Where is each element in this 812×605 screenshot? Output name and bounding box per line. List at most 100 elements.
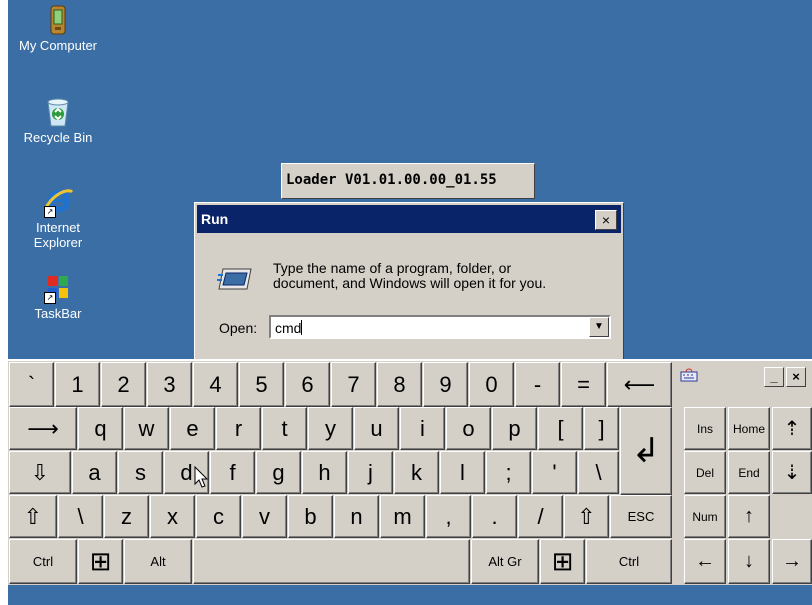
- key-right-bracket[interactable]: ]: [584, 407, 619, 450]
- key-left-bracket[interactable]: [: [538, 407, 583, 450]
- key-z[interactable]: z: [104, 495, 149, 538]
- key-s[interactable]: s: [118, 451, 163, 494]
- key-equals[interactable]: =: [561, 362, 606, 407]
- key-2[interactable]: 2: [101, 362, 146, 407]
- shortcut-arrow-icon: ↗: [44, 292, 56, 304]
- key-v[interactable]: v: [242, 495, 287, 538]
- chevron-down-icon: ▼: [594, 321, 604, 332]
- close-button[interactable]: ×: [595, 210, 617, 230]
- loader-window[interactable]: Loader V01.01.00.00_01.55: [281, 163, 535, 199]
- key-insert[interactable]: Ins: [684, 407, 726, 450]
- key-alt-gr[interactable]: Alt Gr: [471, 539, 539, 584]
- key-slash[interactable]: /: [518, 495, 563, 538]
- key-right-windows[interactable]: ⊞: [540, 539, 585, 584]
- desktop-icon-my-computer[interactable]: My Computer: [13, 4, 103, 53]
- key-o[interactable]: o: [446, 407, 491, 450]
- key-arrow-left[interactable]: ←: [684, 539, 726, 584]
- key-3[interactable]: 3: [147, 362, 192, 407]
- key-i[interactable]: i: [400, 407, 445, 450]
- key-intl-backslash[interactable]: \: [58, 495, 103, 538]
- key-f[interactable]: f: [210, 451, 255, 494]
- key-quote[interactable]: ': [532, 451, 577, 494]
- dropdown-button[interactable]: ▼: [589, 317, 609, 337]
- key-j[interactable]: j: [348, 451, 393, 494]
- run-titlebar[interactable]: Run ×: [197, 205, 621, 233]
- key-page-down[interactable]: ⇣: [772, 451, 812, 494]
- key-a[interactable]: a: [72, 451, 117, 494]
- key-delete[interactable]: Del: [684, 451, 726, 494]
- open-input[interactable]: cmd: [275, 320, 303, 336]
- run-message-line-2: document, and Windows will open it for y…: [273, 275, 547, 291]
- key-end[interactable]: End: [728, 451, 770, 494]
- key-b[interactable]: b: [288, 495, 333, 538]
- desktop-icon-recycle-bin[interactable]: Recycle Bin: [13, 96, 103, 145]
- key-q[interactable]: q: [78, 407, 123, 450]
- close-icon: ×: [792, 369, 800, 384]
- key-home[interactable]: Home: [728, 407, 770, 450]
- key-9[interactable]: 9: [423, 362, 468, 407]
- key-page-up[interactable]: ⇡: [772, 407, 812, 450]
- key-left-shift[interactable]: ⇧: [9, 495, 57, 538]
- key-w[interactable]: w: [124, 407, 169, 450]
- key-g[interactable]: g: [256, 451, 301, 494]
- close-button[interactable]: ×: [786, 367, 806, 387]
- key-k[interactable]: k: [394, 451, 439, 494]
- text-caret: [301, 320, 303, 335]
- key-minus[interactable]: -: [515, 362, 560, 407]
- key-right-ctrl[interactable]: Ctrl: [586, 539, 672, 584]
- key-5[interactable]: 5: [239, 362, 284, 407]
- minimize-button[interactable]: _: [764, 367, 784, 387]
- key-e[interactable]: e: [170, 407, 215, 450]
- key-0[interactable]: 0: [469, 362, 514, 407]
- key-1[interactable]: 1: [55, 362, 100, 407]
- key-right-shift[interactable]: ⇧: [564, 495, 609, 538]
- taskbar-icon: ↗: [42, 272, 74, 304]
- key-m[interactable]: m: [380, 495, 425, 538]
- key-x[interactable]: x: [150, 495, 195, 538]
- key-space[interactable]: [193, 539, 470, 584]
- key-arrow-right[interactable]: →: [772, 539, 812, 584]
- key-h[interactable]: h: [302, 451, 347, 494]
- keypad-titlebar[interactable]: _ ×: [674, 361, 812, 395]
- minimize-icon: _: [770, 369, 778, 384]
- open-combobox[interactable]: cmd ▼: [269, 315, 611, 339]
- key-p[interactable]: p: [492, 407, 537, 450]
- key-semicolon[interactable]: ;: [486, 451, 531, 494]
- open-input-text: cmd: [275, 320, 302, 336]
- key-y[interactable]: y: [308, 407, 353, 450]
- key-6[interactable]: 6: [285, 362, 330, 407]
- on-screen-keyboard: ` 1 2 3 4 5 6 7 8 9 0 - = ⟵ ⟶ q w e r t …: [8, 359, 674, 585]
- key-num-lock[interactable]: Num: [684, 495, 726, 538]
- desktop-icon-label: My Computer: [18, 38, 98, 53]
- key-backtick[interactable]: `: [9, 362, 54, 407]
- key-n[interactable]: n: [334, 495, 379, 538]
- key-left-alt[interactable]: Alt: [124, 539, 192, 584]
- key-l[interactable]: l: [440, 451, 485, 494]
- key-8[interactable]: 8: [377, 362, 422, 407]
- key-enter[interactable]: ↲: [620, 407, 672, 495]
- key-arrow-up[interactable]: ↑: [728, 495, 770, 538]
- recycle-bin-icon: [42, 96, 74, 128]
- key-4[interactable]: 4: [193, 362, 238, 407]
- key-tab[interactable]: ⟶: [9, 407, 77, 450]
- key-caps-lock[interactable]: ⇩: [9, 451, 71, 494]
- desktop-icon-taskbar[interactable]: ↗ TaskBar: [13, 272, 103, 321]
- key-period[interactable]: .: [472, 495, 517, 538]
- key-u[interactable]: u: [354, 407, 399, 450]
- desktop-icon-internet-explorer[interactable]: ↗ Internet Explorer: [13, 186, 103, 250]
- key-c[interactable]: c: [196, 495, 241, 538]
- key-left-ctrl[interactable]: Ctrl: [9, 539, 77, 584]
- key-comma[interactable]: ,: [426, 495, 471, 538]
- desktop-icon-label: Internet Explorer: [33, 220, 83, 250]
- pda-icon: [42, 4, 74, 36]
- key-backslash[interactable]: \: [578, 451, 619, 494]
- key-left-windows[interactable]: ⊞: [78, 539, 123, 584]
- key-escape[interactable]: ESC: [610, 495, 672, 538]
- key-7[interactable]: 7: [331, 362, 376, 407]
- key-r[interactable]: r: [216, 407, 261, 450]
- key-t[interactable]: t: [262, 407, 307, 450]
- key-backspace[interactable]: ⟵: [607, 362, 672, 407]
- key-arrow-down[interactable]: ↓: [728, 539, 770, 584]
- run-dialog[interactable]: Run × Type the name of a program, folder…: [194, 202, 624, 360]
- run-title: Run: [201, 211, 229, 227]
